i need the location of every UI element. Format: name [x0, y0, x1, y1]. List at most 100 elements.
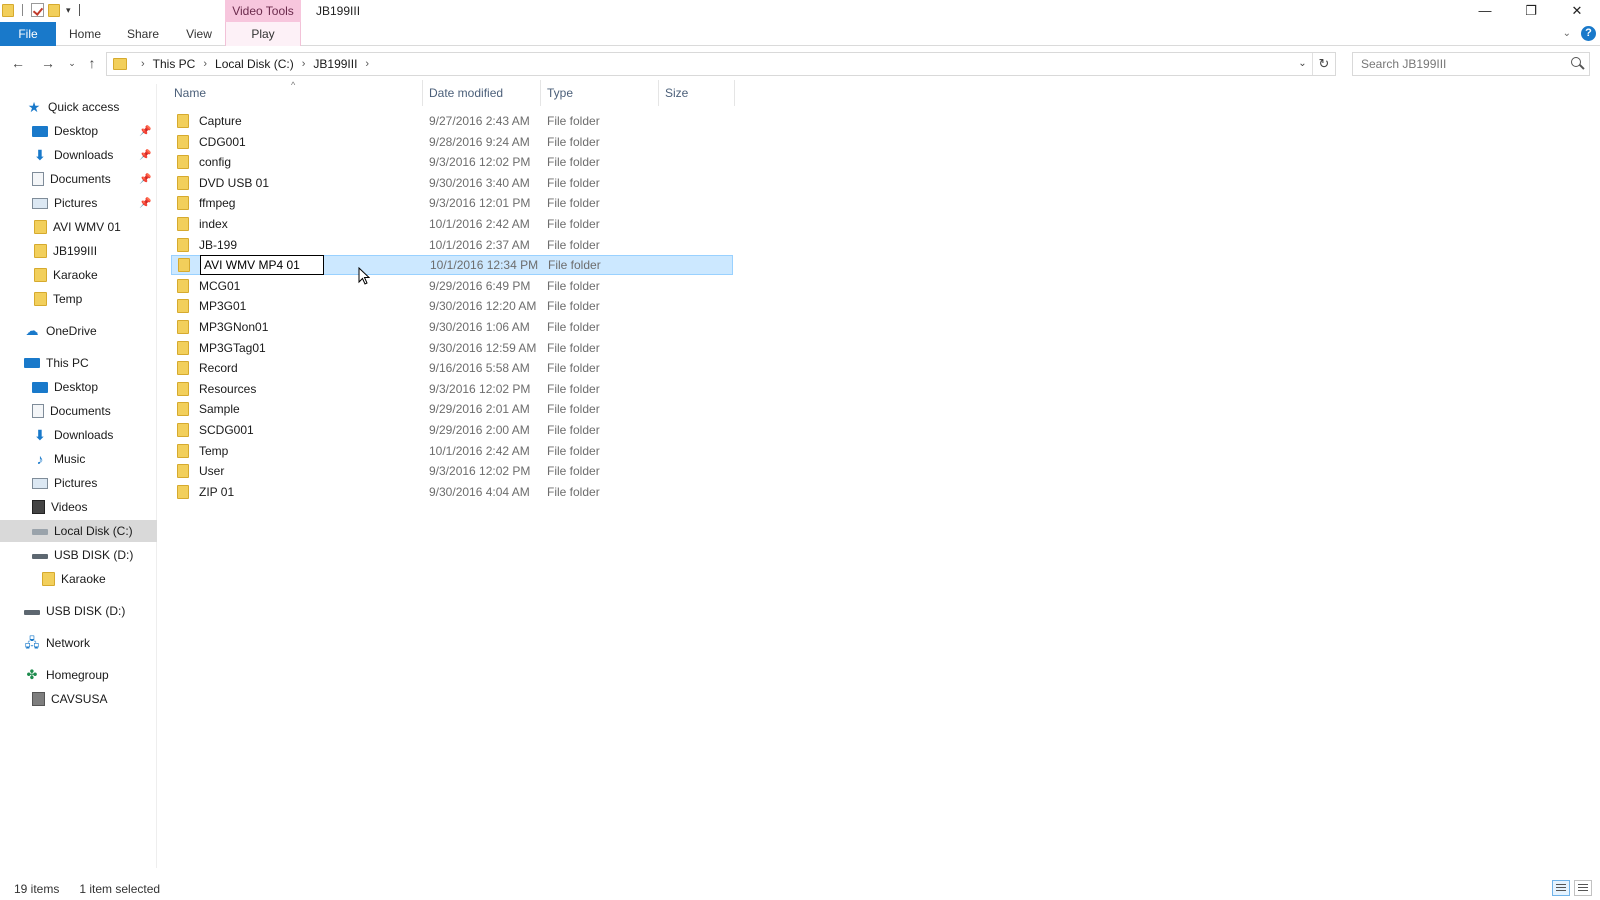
file-name[interactable]: ZIP 01 [199, 485, 434, 499]
column-divider[interactable] [734, 80, 735, 106]
expand-ribbon-icon[interactable]: ⌄ [1563, 28, 1571, 39]
file-row[interactable]: config 9/3/2016 12:02 PM File folder [171, 152, 733, 172]
file-row[interactable]: SCDG001 9/29/2016 2:00 AM File folder [171, 420, 733, 440]
file-name[interactable]: ffmpeg [199, 196, 434, 210]
column-divider[interactable] [422, 80, 423, 106]
file-row[interactable]: MCG01 9/29/2016 6:49 PM File folder [171, 276, 733, 296]
nav-this-pc[interactable]: This PC [0, 352, 157, 374]
column-header-type[interactable]: Type [547, 80, 657, 106]
nav-item-usb-disk[interactable]: USB DISK (D:) [0, 544, 157, 566]
column-header-size[interactable]: Size [665, 80, 735, 106]
new-folder-icon[interactable] [48, 3, 60, 17]
chevron-right-icon[interactable]: › [203, 58, 207, 70]
up-button[interactable]: ↑ [82, 53, 102, 73]
file-name[interactable]: JB-199 [199, 238, 434, 252]
nav-network[interactable]: 🖧 Network [0, 632, 157, 654]
search-input[interactable]: Search JB199III [1361, 57, 1567, 71]
nav-item-desktop[interactable]: Desktop 📌 [0, 120, 157, 142]
back-button[interactable]: ← [8, 53, 28, 73]
details-view-icon[interactable] [1552, 880, 1570, 896]
nav-item-karaoke[interactable]: Karaoke [0, 264, 157, 286]
file-row[interactable]: DVD USB 01 9/30/2016 3:40 AM File folder [171, 173, 733, 193]
recent-locations-button[interactable]: ⌄ [62, 53, 82, 73]
nav-item-pc-music[interactable]: ♪ Music [0, 448, 157, 470]
tab-share[interactable]: Share [120, 22, 166, 46]
file-row[interactable]: index 10/1/2016 2:42 AM File folder [171, 214, 733, 234]
file-name[interactable]: Capture [199, 114, 434, 128]
file-name[interactable]: User [199, 464, 434, 478]
nav-usb-disk[interactable]: USB DISK (D:) [0, 600, 157, 622]
search-box[interactable]: Search JB199III [1352, 52, 1590, 76]
properties-icon[interactable] [31, 3, 44, 17]
rename-input[interactable]: AVI WMV MP4 01 [200, 255, 324, 276]
customize-toolbar-icon[interactable]: ▾ [66, 5, 71, 16]
large-icons-view-icon[interactable] [1574, 880, 1592, 896]
nav-item-pc-desktop[interactable]: Desktop [0, 376, 157, 398]
file-row[interactable]: User 9/3/2016 12:02 PM File folder [171, 461, 733, 481]
nav-quick-access[interactable]: ★ Quick access [0, 96, 157, 118]
chevron-right-icon[interactable]: › [302, 58, 306, 70]
column-divider[interactable] [540, 80, 541, 106]
file-row[interactable]: ZIP 01 9/30/2016 4:04 AM File folder [171, 482, 733, 502]
nav-item-downloads[interactable]: ⬇ Downloads 📌 [0, 144, 157, 166]
nav-item-documents[interactable]: Documents 📌 [0, 168, 157, 190]
file-row[interactable]: AVI WMV MP4 01 10/1/2016 12:34 PM File fol… [171, 255, 733, 276]
nav-homegroup[interactable]: ✤ Homegroup [0, 664, 157, 686]
file-name[interactable]: MP3GNon01 [199, 320, 434, 334]
minimize-button[interactable]: — [1462, 0, 1508, 22]
nav-item-usb-karaoke[interactable]: Karaoke [0, 568, 157, 590]
tab-home[interactable]: Home [62, 22, 108, 46]
search-icon[interactable] [1567, 53, 1589, 75]
nav-item-pc-documents[interactable]: Documents [0, 400, 157, 422]
tab-view[interactable]: View [176, 22, 222, 46]
file-row[interactable]: CDG001 9/28/2016 9:24 AM File folder [171, 132, 733, 152]
address-dropdown-icon[interactable]: ⌄ [1293, 53, 1313, 75]
file-row[interactable]: Capture 9/27/2016 2:43 AM File folder [171, 111, 733, 131]
file-row[interactable]: Temp 10/1/2016 2:42 AM File folder [171, 441, 733, 461]
nav-item-cavsusa[interactable]: CAVSUSA [0, 688, 157, 710]
file-row[interactable]: MP3G01 9/30/2016 12:20 AM File folder [171, 296, 733, 316]
nav-item-temp[interactable]: Temp [0, 288, 157, 310]
file-name[interactable]: CDG001 [199, 135, 434, 149]
file-name[interactable]: MP3G01 [199, 299, 434, 313]
file-name[interactable]: index [199, 217, 434, 231]
chevron-right-icon[interactable]: › [141, 58, 145, 70]
close-button[interactable]: ✕ [1554, 0, 1600, 22]
file-name[interactable]: MCG01 [199, 279, 434, 293]
file-name[interactable]: MP3GTag01 [199, 341, 434, 355]
breadcrumb-jb199iii[interactable]: JB199III [313, 57, 357, 71]
file-row[interactable]: MP3GTag01 9/30/2016 12:59 AM File folder [171, 338, 733, 358]
refresh-icon[interactable]: ↻ [1313, 53, 1335, 75]
chevron-right-icon[interactable]: › [365, 58, 369, 70]
tab-play[interactable]: Play [225, 22, 301, 46]
file-name[interactable]: DVD USB 01 [199, 176, 434, 190]
column-divider[interactable] [658, 80, 659, 106]
nav-item-jb199iii[interactable]: JB199III [0, 240, 157, 262]
file-row[interactable]: MP3GNon01 9/30/2016 1:06 AM File folder [171, 317, 733, 337]
file-name[interactable]: Resources [199, 382, 434, 396]
nav-onedrive[interactable]: ☁ OneDrive [0, 320, 157, 342]
breadcrumb-local-disk[interactable]: Local Disk (C:) [215, 57, 294, 71]
nav-item-local-disk[interactable]: Local Disk (C:) [0, 520, 157, 542]
file-row[interactable]: Sample 9/29/2016 2:01 AM File folder [171, 399, 733, 419]
file-name[interactable]: Record [199, 361, 434, 375]
forward-button[interactable]: → [38, 53, 58, 73]
nav-item-pc-videos[interactable]: Videos [0, 496, 157, 518]
nav-item-pc-downloads[interactable]: ⬇ Downloads [0, 424, 157, 446]
file-name-cell[interactable]: AVI WMV MP4 01 [200, 255, 435, 276]
file-name[interactable]: Sample [199, 402, 434, 416]
file-row[interactable]: ffmpeg 9/3/2016 12:01 PM File folder [171, 193, 733, 213]
breadcrumb-this-pc[interactable]: This PC [153, 57, 196, 71]
file-row[interactable]: JB-199 10/1/2016 2:37 AM File folder [171, 235, 733, 255]
help-icon[interactable]: ? [1581, 26, 1596, 41]
nav-item-pictures[interactable]: Pictures 📌 [0, 192, 157, 214]
file-name[interactable]: config [199, 155, 434, 169]
file-name[interactable]: Temp [199, 444, 434, 458]
nav-item-pc-pictures[interactable]: Pictures [0, 472, 157, 494]
column-header-date-modified[interactable]: Date modified [429, 80, 541, 106]
tab-file[interactable]: File [0, 22, 56, 46]
file-row[interactable]: Resources 9/3/2016 12:02 PM File folder [171, 379, 733, 399]
address-bar[interactable]: › This PC › Local Disk (C:) › JB199III ›… [106, 52, 1336, 76]
file-row[interactable]: Record 9/16/2016 5:58 AM File folder [171, 358, 733, 378]
restore-button[interactable]: ❐ [1508, 0, 1554, 22]
